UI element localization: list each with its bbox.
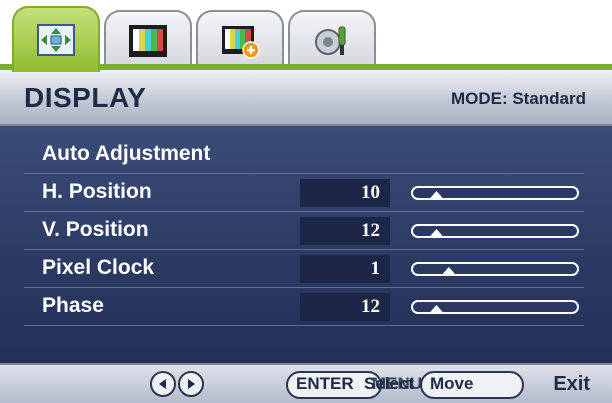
menu-item-value: 1 [300, 255, 390, 283]
tab-system[interactable] [288, 10, 376, 70]
page-header: DISPLAY MODE: Standard [0, 70, 612, 126]
menu-item-pixel-clock[interactable]: Pixel Clock 1 [24, 250, 584, 288]
mode-indicator: MODE: Standard [450, 89, 586, 108]
menu-item-label: Auto Adjustment [42, 142, 211, 165]
system-settings-icon [311, 23, 353, 59]
menu-item-label: H. Position [42, 180, 152, 203]
enter-key-label: ENTER [296, 374, 354, 393]
tab-picture-advanced[interactable] [196, 10, 284, 70]
control-hint-bar: ENTER Select MENU Move Exit [0, 363, 612, 403]
tab-picture[interactable] [104, 10, 192, 70]
menu-item-h-position[interactable]: H. Position 10 [24, 174, 584, 212]
right-button[interactable] [178, 371, 204, 397]
value-slider[interactable] [410, 259, 580, 279]
right-arrow-icon [188, 379, 195, 389]
menu-item-label: V. Position [42, 218, 149, 241]
move-buttons [150, 371, 204, 397]
menu-item-v-position[interactable]: V. Position 12 [24, 212, 584, 250]
menu-item-phase[interactable]: Phase 12 [24, 288, 584, 326]
menu-item-label: Phase [42, 294, 104, 317]
left-arrow-icon [159, 379, 166, 389]
move-hint: Move [430, 374, 474, 393]
menu-key-label: MENU [372, 374, 423, 393]
display-menu: Auto Adjustment H. Position 10 V. Positi… [0, 126, 612, 363]
picture-icon [127, 23, 169, 59]
menu-item-label: Pixel Clock [42, 256, 155, 279]
menu-item-auto-adjustment[interactable]: Auto Adjustment [24, 136, 584, 174]
left-button[interactable] [150, 371, 176, 397]
value-slider[interactable] [410, 221, 580, 241]
menu-item-value: 12 [300, 293, 390, 321]
menu-item-value: 10 [300, 179, 390, 207]
menu-item-value: 12 [300, 217, 390, 245]
value-slider[interactable] [410, 183, 580, 203]
value-slider[interactable] [410, 297, 580, 317]
tab-display[interactable] [12, 6, 100, 72]
page-title: DISPLAY [24, 82, 147, 113]
tab-bar [12, 6, 612, 72]
picture-advanced-icon [219, 23, 261, 59]
display-arrows-icon [35, 22, 77, 58]
exit-hint: Exit [553, 373, 590, 395]
